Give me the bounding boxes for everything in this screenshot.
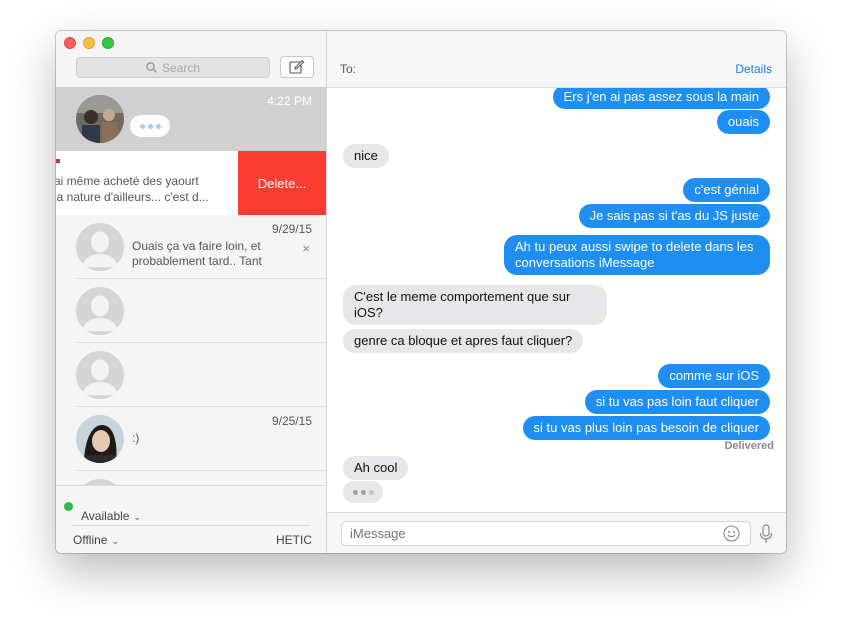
conversation-time: 9/29/15 <box>271 222 312 236</box>
sidebar-footer: Available ⌄ Offline ⌄ HETIC <box>56 485 326 553</box>
account-label: HETIC <box>276 533 312 547</box>
chevron-down-icon: ⌄ <box>111 536 120 546</box>
search-placeholder: Search <box>161 60 201 75</box>
message-bubble-incoming: Ah cool <box>343 456 409 480</box>
avatar <box>76 351 124 399</box>
close-window-button[interactable] <box>64 37 76 49</box>
window-controls <box>64 37 114 49</box>
microphone-icon[interactable] <box>759 524 773 544</box>
conversation-item[interactable]: 9/25/15 :) <box>56 407 326 471</box>
chat-pane: To: Details Ers j'en ai pas assez sous l… <box>327 31 786 553</box>
details-button[interactable]: Details <box>735 62 772 76</box>
preview-line-2: ja nature d'ailleurs... c'est d... <box>56 190 209 204</box>
delete-button[interactable]: Delete... <box>238 151 326 215</box>
availability-dropdown[interactable]: Available ⌄ <box>81 509 141 523</box>
preview-line-1: ai même acheté des yaourt <box>56 174 199 188</box>
conversation-time: 4:22 PM <box>267 94 312 108</box>
zoom-window-button[interactable] <box>102 37 114 49</box>
divider <box>72 525 310 526</box>
search-input[interactable]: Search <box>76 57 270 78</box>
close-icon[interactable]: × <box>302 241 310 256</box>
conversation-item-selected[interactable]: 4:22 PM <box>56 87 326 151</box>
conversation-time: 9/25/15 <box>271 414 312 428</box>
availability-label: Available <box>81 509 130 523</box>
message-bubble-outgoing: comme sur iOS <box>658 364 770 388</box>
conversation-item[interactable] <box>56 471 326 485</box>
avatar <box>76 415 124 463</box>
message-bubble-outgoing: ouais <box>716 110 770 134</box>
message-bubble-outgoing: Ers j'en ai pas assez sous la main <box>552 88 770 109</box>
conversation-preview: ai même acheté des yaourt ja nature d'ai… <box>56 173 240 205</box>
conversation-item[interactable]: 9/29/15 Ouais ça va faire loin, et proba… <box>56 215 326 279</box>
message-transcript[interactable]: Ers j'en ai pas assez sous la main ouais… <box>327 88 786 512</box>
chevron-down-icon: ⌄ <box>133 512 142 522</box>
conversation-preview: Ouais ça va faire loin, et probablement … <box>132 239 262 268</box>
to-field-label[interactable]: To: <box>340 62 356 76</box>
conversation-list[interactable]: 4:22 PM ai même acheté des yaourt ja nat… <box>56 87 326 485</box>
conversation-preview: :) <box>132 431 140 445</box>
offline-dropdown[interactable]: Offline ⌄ <box>73 533 119 547</box>
avatar <box>76 223 124 271</box>
conversation-item-swiped[interactable]: ai même acheté des yaourt ja nature d'ai… <box>56 151 326 215</box>
conversation-item[interactable] <box>56 343 326 407</box>
emoji-icon[interactable] <box>723 525 740 542</box>
sidebar: Search 4:22 PM ai même acheté des yaourt… <box>56 31 327 553</box>
message-bubble-incoming: genre ca bloque et apres faut cliquer? <box>343 329 584 353</box>
message-bubble-outgoing: c'est génial <box>683 178 770 202</box>
compose-button[interactable] <box>280 56 314 78</box>
chat-header: To: Details <box>327 31 786 88</box>
message-bubble-outgoing: si tu vas pas loin faut cliquer <box>584 390 770 414</box>
search-icon <box>146 62 157 73</box>
message-bubble-outgoing: Ah tu peux aussi swipe to delete dans le… <box>504 235 770 275</box>
status-indicator <box>64 502 73 511</box>
conversation-item[interactable] <box>56 279 326 343</box>
messages-window: Search 4:22 PM ai même acheté des yaourt… <box>56 31 786 553</box>
message-bubble-outgoing: Je sais pas si t'as du JS juste <box>578 204 770 228</box>
minimize-window-button[interactable] <box>83 37 95 49</box>
delivered-status: Delivered <box>724 440 774 452</box>
typing-indicator <box>343 481 383 503</box>
compose-icon <box>289 60 305 74</box>
offline-label: Offline <box>73 533 108 547</box>
message-input[interactable] <box>341 521 751 546</box>
avatar <box>76 95 124 143</box>
typing-indicator <box>130 115 170 137</box>
message-bubble-outgoing: si tu vas plus loin pas besoin de clique… <box>522 416 770 440</box>
unread-marker <box>56 159 60 163</box>
message-bubble-incoming: nice <box>343 144 389 168</box>
composer-bar <box>327 512 786 553</box>
avatar <box>76 287 124 335</box>
message-bubble-incoming: C'est le meme comportement que sur iOS? <box>343 285 607 325</box>
